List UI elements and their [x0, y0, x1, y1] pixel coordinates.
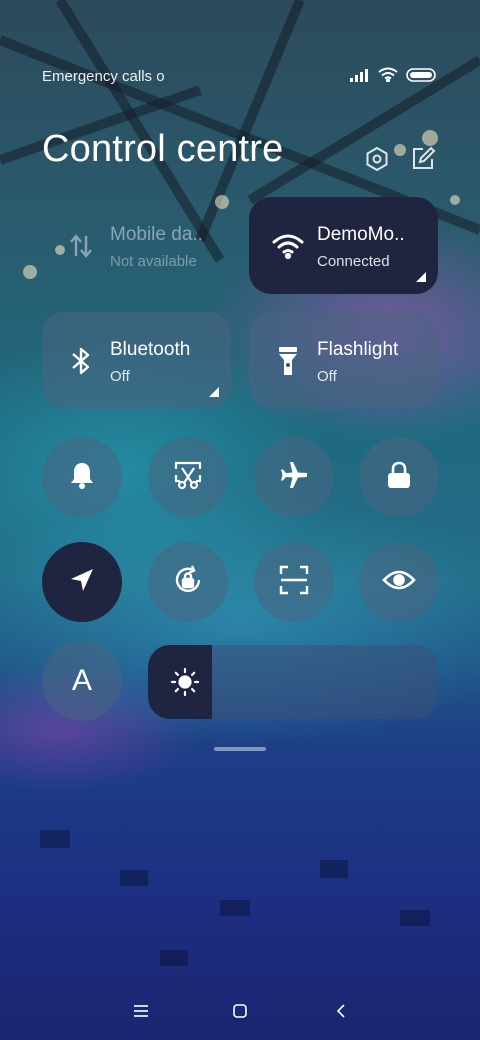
lock-screen-toggle[interactable] [359, 437, 439, 517]
wifi-icon [271, 229, 305, 263]
mobile-data-tile[interactable]: Mobile da.. Not available [42, 197, 232, 295]
lock-icon [386, 460, 412, 495]
bluetooth-icon [64, 344, 98, 378]
flashlight-title: Flashlight [317, 339, 399, 360]
expand-corner-icon[interactable] [416, 272, 426, 282]
edit-icon[interactable] [410, 146, 436, 172]
menu-icon[interactable] [126, 996, 156, 1026]
rotation-lock-icon [172, 564, 204, 601]
location-icon [68, 566, 96, 599]
navigation-bar [0, 990, 480, 1032]
status-bar: Emergency calls o [0, 62, 480, 90]
battery-icon [406, 67, 436, 87]
bluetooth-tile[interactable]: Bluetooth Off [42, 312, 231, 409]
rotation-lock-toggle[interactable] [148, 542, 228, 622]
scan-icon [279, 565, 309, 600]
scan-toggle[interactable] [254, 542, 334, 622]
settings-icon[interactable] [364, 146, 390, 172]
flashlight-icon [271, 344, 305, 378]
expand-corner-icon[interactable] [209, 387, 219, 397]
back-icon[interactable] [326, 996, 356, 1026]
bluetooth-status: Off [110, 368, 130, 385]
brightness-slider[interactable] [148, 645, 438, 719]
airplane-mode-toggle[interactable] [254, 437, 334, 517]
wifi-network-name: DemoMo.. [317, 224, 405, 245]
screenshot-toggle[interactable] [148, 437, 228, 517]
flashlight-tile[interactable]: Flashlight Off [249, 312, 438, 409]
reading-mode-toggle[interactable] [359, 542, 439, 622]
ring-mode-toggle[interactable] [42, 437, 122, 517]
page-title: Control centre [42, 128, 284, 170]
sun-icon [170, 667, 200, 697]
bell-icon [68, 460, 96, 495]
bluetooth-title: Bluetooth [110, 339, 191, 360]
font-a-icon: A [71, 664, 92, 697]
wifi-icon [378, 67, 398, 87]
carrier-text: Emergency calls o [42, 68, 165, 85]
signal-icon [350, 68, 370, 87]
mobile-data-status: Not available [110, 253, 197, 270]
drag-handle[interactable] [214, 747, 266, 751]
wifi-status: Connected [317, 253, 390, 270]
wifi-tile[interactable]: DemoMo.. Connected [249, 197, 438, 294]
eye-icon [382, 568, 416, 597]
screenshot-scissors-icon [172, 459, 204, 496]
home-icon[interactable] [225, 996, 255, 1026]
location-toggle[interactable] [42, 542, 122, 622]
mobile-data-icon [64, 229, 98, 263]
mobile-data-title: Mobile da.. [110, 224, 203, 245]
airplane-icon [279, 460, 309, 495]
font-size-toggle[interactable]: A [42, 641, 122, 721]
flashlight-status: Off [317, 368, 337, 385]
